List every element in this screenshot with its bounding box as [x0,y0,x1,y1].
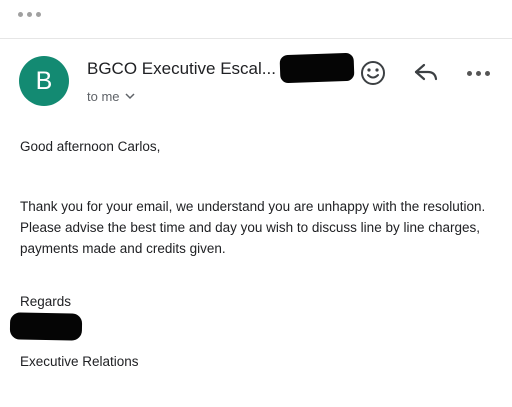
dot [36,12,41,17]
dot [484,70,490,76]
dot [27,12,32,17]
sign-off: Regards [20,294,72,309]
redacted-signature-name [9,312,83,341]
message-header: B BGCO Executive Escal... to me [0,39,512,119]
redacted-sender-address [279,52,355,84]
top-bar [0,0,512,39]
greeting-text: Good afternoon Carlos, [20,139,161,154]
message-paragraph: Thank you for your email, we understand … [20,199,486,256]
more-horizontal-icon [466,70,490,76]
dot [466,70,472,76]
sender-avatar[interactable]: B [19,56,69,106]
more-options-icon[interactable] [18,12,41,17]
signature-team: Executive Relations [20,354,139,369]
emoji-reaction-button[interactable] [358,58,388,88]
sender-name[interactable]: BGCO Executive Escal... [87,59,276,79]
more-options-button[interactable] [463,58,493,88]
dot [18,12,23,17]
emoji-icon [361,61,385,85]
recipient-label: to me [87,89,120,104]
reply-icon [414,63,438,81]
dot [475,70,481,76]
reply-button[interactable] [411,58,441,88]
recipient-toggle[interactable]: to me [87,89,135,104]
chevron-down-icon [124,93,135,100]
